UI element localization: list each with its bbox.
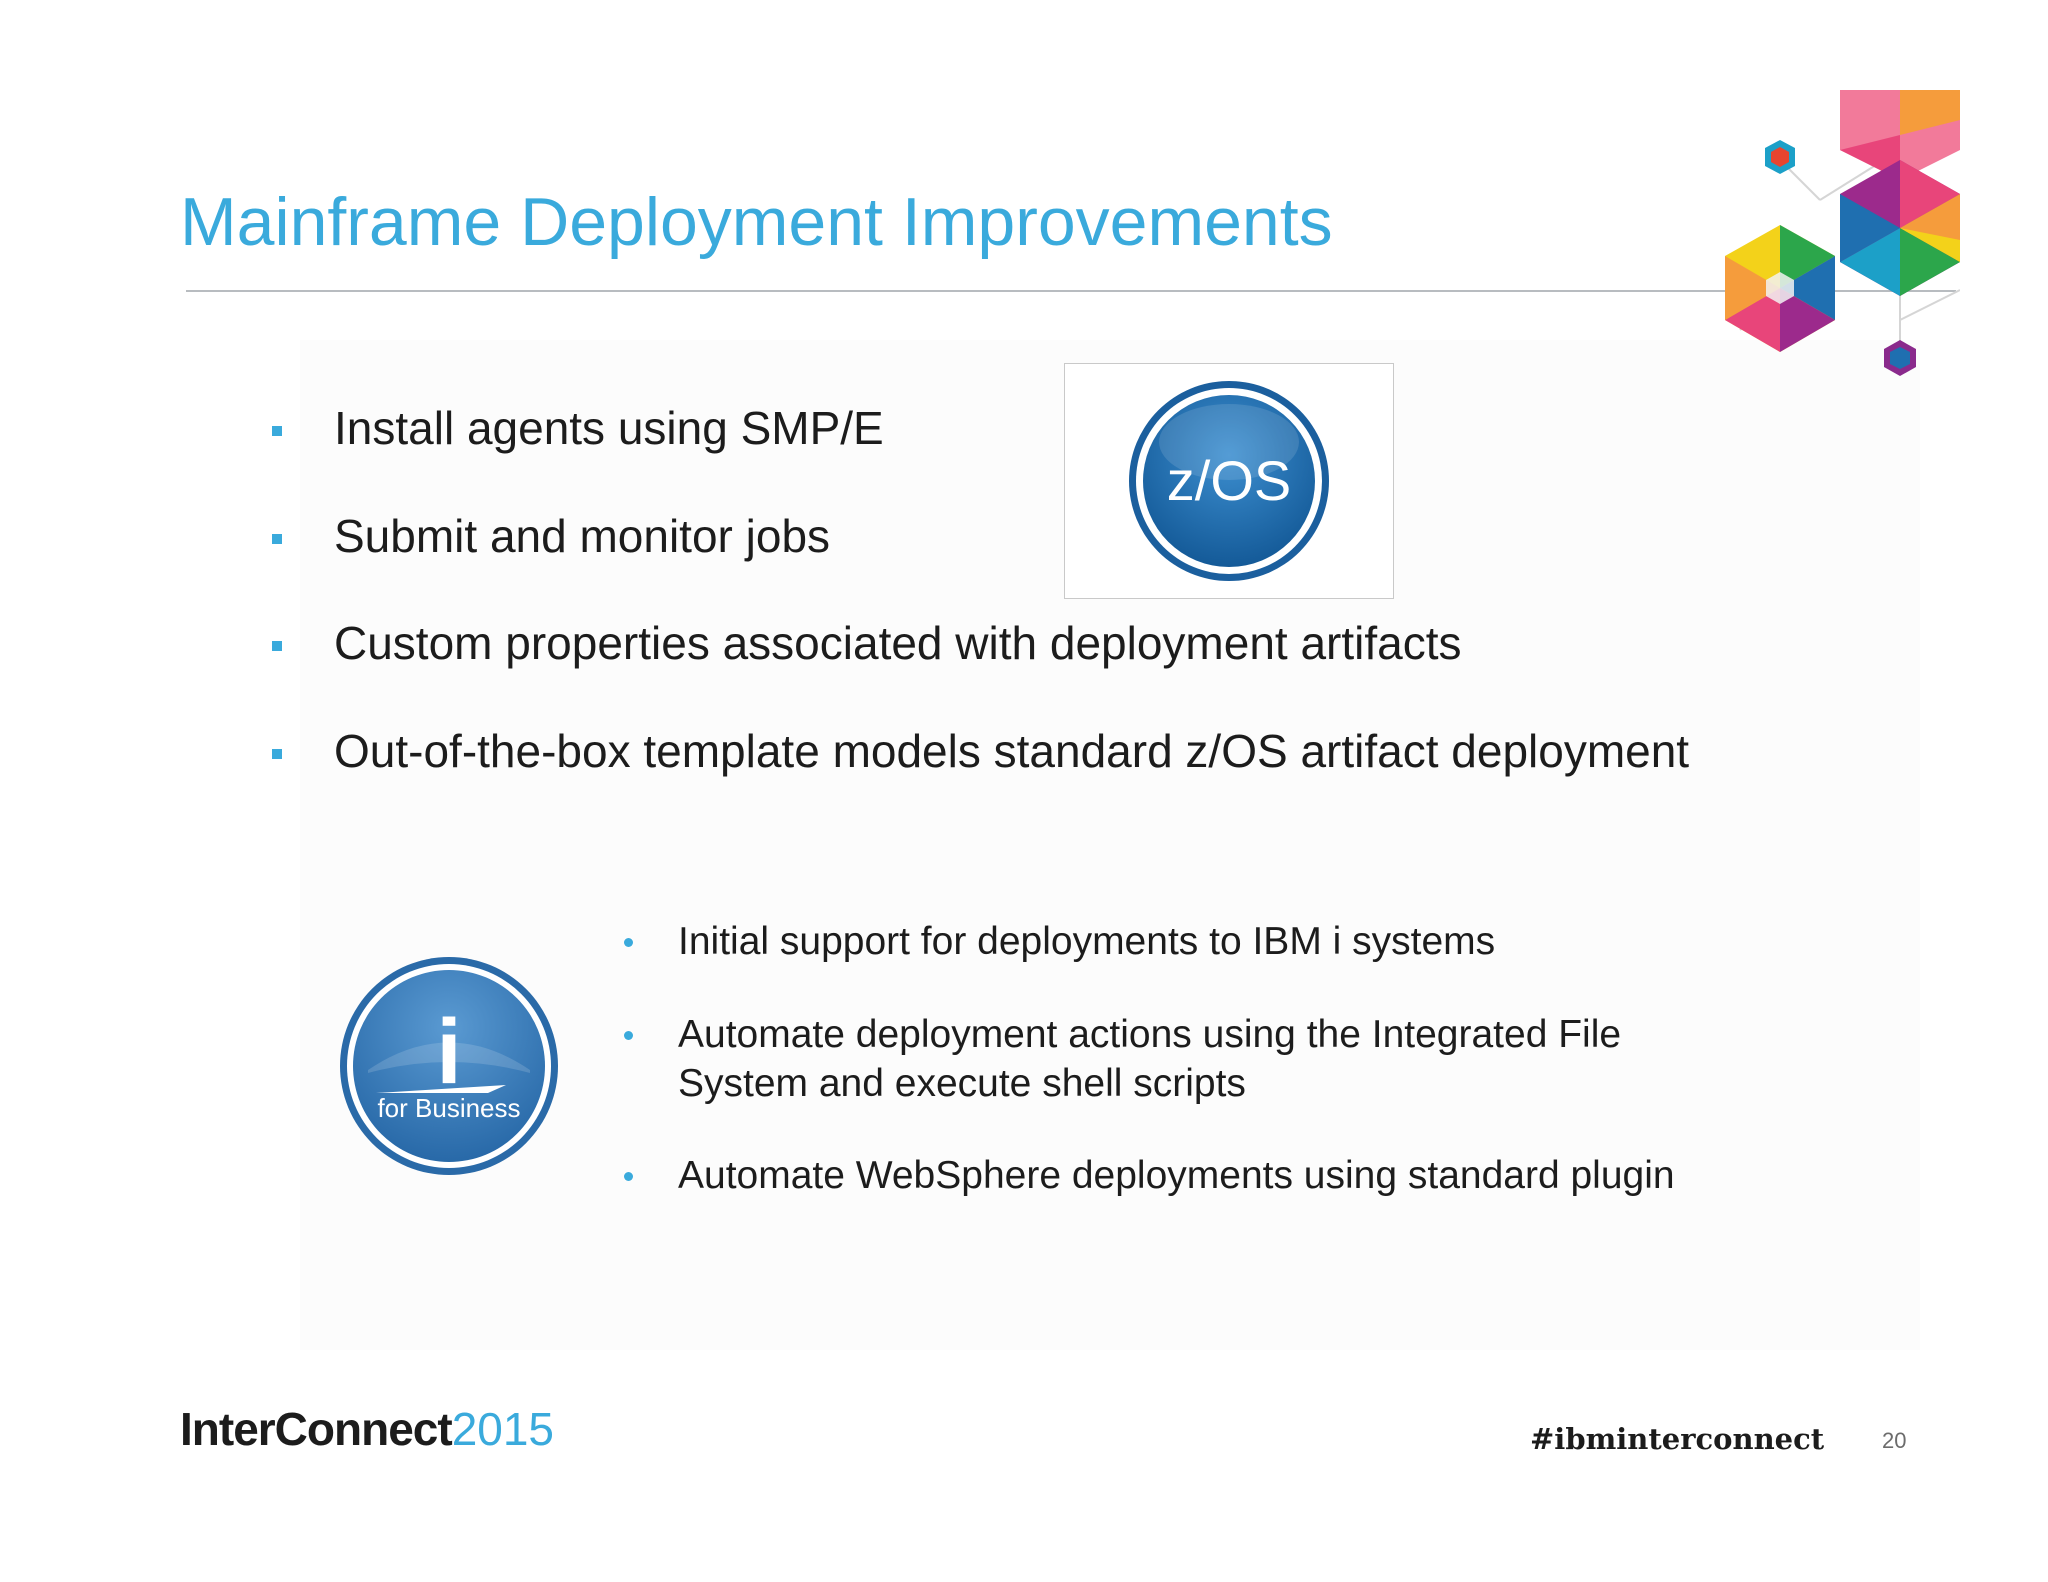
bullet-item: Submit and monitor jobs <box>268 508 1689 566</box>
zos-logo-frame: z/OS <box>1064 363 1394 599</box>
ibm-i-for-business-logo-icon: i for Business <box>340 957 558 1175</box>
bullet-item: Automate deployment actions using the In… <box>620 1011 1675 1109</box>
bullet-marker <box>272 748 282 759</box>
zos-logo-icon: z/OS <box>1129 381 1329 581</box>
zos-logo-text: z/OS <box>1167 449 1291 512</box>
bullet-marker <box>272 641 282 651</box>
title-divider <box>186 290 1956 292</box>
bullet-item: Automate WebSphere deployments using sta… <box>620 1152 1675 1201</box>
ibmi-logo-letter: i <box>436 1001 462 1103</box>
slide: Mainframe Deployment Improvements Instal… <box>0 0 2048 1582</box>
footer-brand-logo: InterConnect2015 <box>180 1406 554 1452</box>
decorative-hexagon-cluster-icon <box>1725 90 1960 376</box>
bullet-item: Custom properties associated with deploy… <box>268 615 1689 673</box>
bullet-item: Install agents using SMP/E <box>268 400 1689 458</box>
bullet-marker <box>624 1030 633 1040</box>
top-bullet-list: Install agents using SMP/E Submit and mo… <box>268 400 1689 780</box>
bottom-bullet-list: Initial support for deployments to IBM i… <box>620 918 1675 1201</box>
brand-name: InterConnect <box>180 1403 453 1455</box>
page-number: 20 <box>1882 1428 1907 1453</box>
slide-title: Mainframe Deployment Improvements <box>180 184 1333 260</box>
bullet-item: Initial support for deployments to IBM i… <box>620 918 1675 967</box>
brand-year: 2015 <box>451 1403 555 1455</box>
footer-hashtag: #ibminterconnect <box>1530 1422 1825 1456</box>
bullet-item: Out-of-the-box template models standard … <box>268 723 1689 781</box>
bullet-marker <box>272 426 282 436</box>
bullet-marker <box>624 938 633 947</box>
bullet-marker <box>624 1172 633 1182</box>
ibmi-logo-caption: for Business <box>377 1093 520 1123</box>
bullet-marker <box>272 533 282 544</box>
